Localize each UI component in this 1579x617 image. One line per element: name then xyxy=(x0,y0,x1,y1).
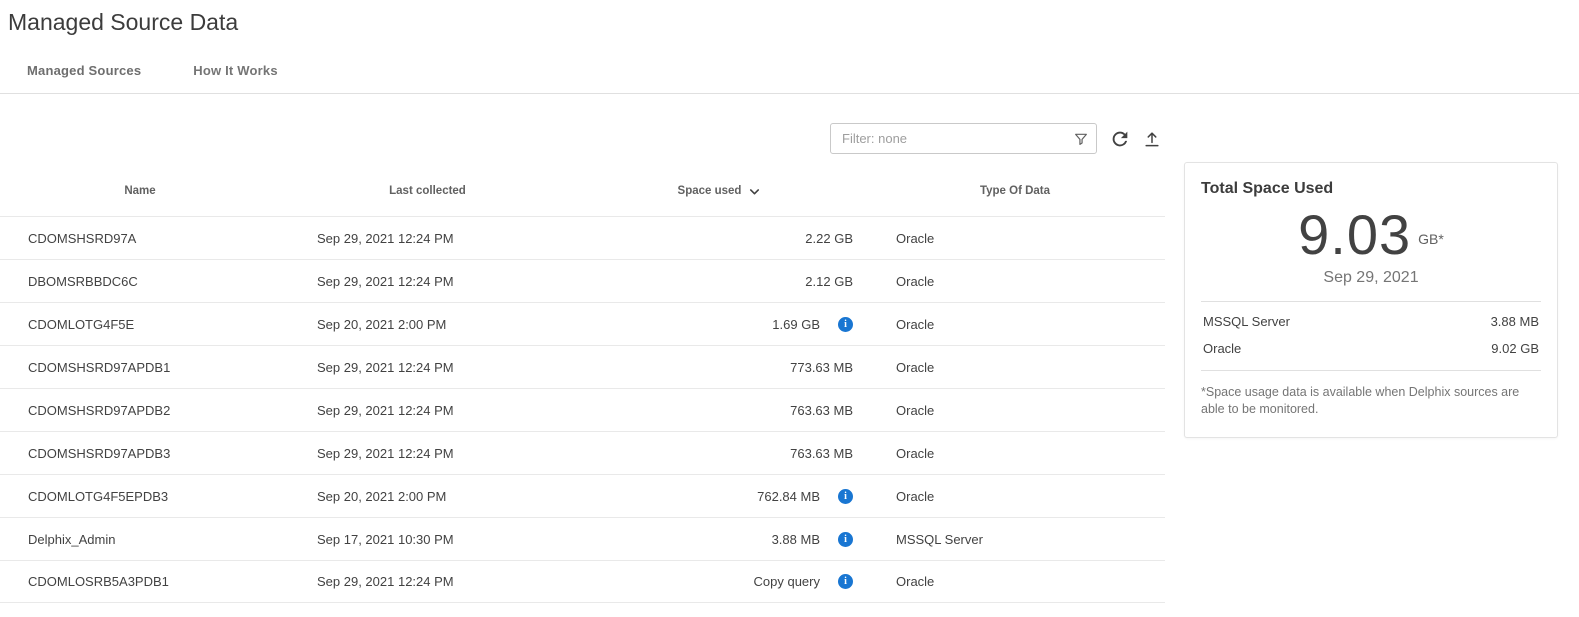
managed-sources-table: Name Last collected Space used Type Of D… xyxy=(0,166,1165,603)
row-space-used-value: 762.84 MB xyxy=(757,489,820,504)
row-space-used: 773.63 MB xyxy=(575,360,865,375)
column-header-last-collected-label: Last collected xyxy=(389,185,466,197)
row-type: MSSQL Server xyxy=(865,532,1165,547)
table-header: Name Last collected Space used Type Of D… xyxy=(0,166,1165,216)
funnel-icon[interactable] xyxy=(1066,124,1096,153)
summary-footnote: *Space usage data is available when Delp… xyxy=(1201,384,1541,417)
table-row[interactable]: CDOMSHSRD97APDB3 Sep 29, 2021 12:24 PM 7… xyxy=(0,431,1165,474)
info-icon[interactable]: i xyxy=(838,574,853,589)
row-space-used: 762.84 MB i xyxy=(575,489,865,504)
info-icon[interactable]: i xyxy=(838,532,853,547)
table-row[interactable]: CDOMLOTG4F5E Sep 20, 2021 2:00 PM 1.69 G… xyxy=(0,302,1165,345)
row-type: Oracle xyxy=(865,446,1165,461)
summary-divider-bottom xyxy=(1201,370,1541,371)
filter-input[interactable] xyxy=(831,124,1066,153)
table-row[interactable]: Delphix_Admin Sep 17, 2021 10:30 PM 3.88… xyxy=(0,517,1165,560)
table-row[interactable]: CDOMSHSRD97APDB1 Sep 29, 2021 12:24 PM 7… xyxy=(0,345,1165,388)
summary-title: Total Space Used xyxy=(1201,180,1541,198)
row-type: Oracle xyxy=(865,274,1165,289)
table-row[interactable]: CDOMLOTG4F5EPDB3 Sep 20, 2021 2:00 PM 76… xyxy=(0,474,1165,517)
row-name: CDOMSHSRD97A xyxy=(0,231,280,246)
row-name: CDOMSHSRD97APDB1 xyxy=(0,360,280,375)
refresh-icon[interactable] xyxy=(1107,126,1133,152)
column-header-name-label: Name xyxy=(124,185,155,197)
summary-big-value: 9.03 GB* xyxy=(1201,202,1541,267)
toolbar xyxy=(0,94,1579,166)
row-type: Oracle xyxy=(865,360,1165,375)
row-space-used-value: Copy query xyxy=(754,574,820,589)
info-icon[interactable]: i xyxy=(838,489,853,504)
breakdown-label: Oracle xyxy=(1203,341,1241,356)
row-type: Oracle xyxy=(865,403,1165,418)
breakdown-label: MSSQL Server xyxy=(1203,314,1290,329)
row-space-used: 2.22 GB xyxy=(575,231,865,246)
export-icon[interactable] xyxy=(1139,126,1165,152)
table-row[interactable]: CDOMLOSRB5A3PDB1 Sep 29, 2021 12:24 PM C… xyxy=(0,560,1165,603)
sort-chevron-down-icon xyxy=(747,184,762,199)
row-last-collected: Sep 29, 2021 12:24 PM xyxy=(280,403,575,418)
row-type: Oracle xyxy=(865,489,1165,504)
row-name: CDOMSHSRD97APDB2 xyxy=(0,403,280,418)
row-last-collected: Sep 29, 2021 12:24 PM xyxy=(280,446,575,461)
row-name: CDOMLOSRB5A3PDB1 xyxy=(0,574,280,589)
row-type: Oracle xyxy=(865,231,1165,246)
row-space-used: 763.63 MB xyxy=(575,446,865,461)
column-header-space-used[interactable]: Space used xyxy=(575,184,865,199)
row-last-collected: Sep 17, 2021 10:30 PM xyxy=(280,532,575,547)
summary-date: Sep 29, 2021 xyxy=(1201,269,1541,287)
row-type: Oracle xyxy=(865,574,1165,589)
row-name: CDOMSHSRD97APDB3 xyxy=(0,446,280,461)
row-space-used-value: 2.22 GB xyxy=(805,231,853,246)
table-row[interactable]: CDOMSHSRD97APDB2 Sep 29, 2021 12:24 PM 7… xyxy=(0,388,1165,431)
row-last-collected: Sep 20, 2021 2:00 PM xyxy=(280,489,575,504)
tab-managed-sources[interactable]: Managed Sources xyxy=(27,63,141,93)
row-space-used-value: 2.12 GB xyxy=(805,274,853,289)
row-last-collected: Sep 29, 2021 12:24 PM xyxy=(280,574,575,589)
row-space-used-value: 3.88 MB xyxy=(772,532,820,547)
column-header-type[interactable]: Type Of Data xyxy=(865,185,1165,197)
filter-box xyxy=(830,123,1097,154)
row-name: CDOMLOTG4F5EPDB3 xyxy=(0,489,280,504)
table-row[interactable]: CDOMSHSRD97A Sep 29, 2021 12:24 PM 2.22 … xyxy=(0,216,1165,259)
summary-unit: GB* xyxy=(1418,231,1444,247)
row-space-used: 2.12 GB xyxy=(575,274,865,289)
row-last-collected: Sep 29, 2021 12:24 PM xyxy=(280,274,575,289)
info-icon[interactable]: i xyxy=(838,317,853,332)
row-space-used: 763.63 MB xyxy=(575,403,865,418)
breakdown-row: MSSQL Server 3.88 MB xyxy=(1201,308,1541,335)
breakdown-value: 9.02 GB xyxy=(1491,341,1539,356)
row-space-used: 3.88 MB i xyxy=(575,532,865,547)
row-name: CDOMLOTG4F5E xyxy=(0,317,280,332)
breakdown-value: 3.88 MB xyxy=(1491,314,1539,329)
row-space-used-value: 763.63 MB xyxy=(790,446,853,461)
tab-how-it-works[interactable]: How It Works xyxy=(193,63,278,93)
row-space-used-value: 773.63 MB xyxy=(790,360,853,375)
table-body: CDOMSHSRD97A Sep 29, 2021 12:24 PM 2.22 … xyxy=(0,216,1165,603)
row-name: DBOMSRBBDC6C xyxy=(0,274,280,289)
column-header-space-used-label: Space used xyxy=(678,185,742,197)
row-last-collected: Sep 20, 2021 2:00 PM xyxy=(280,317,575,332)
tab-bar: Managed Sources How It Works xyxy=(0,63,1579,94)
row-last-collected: Sep 29, 2021 12:24 PM xyxy=(280,231,575,246)
summary-value: 9.03 xyxy=(1298,203,1411,266)
column-header-last-collected[interactable]: Last collected xyxy=(280,185,575,197)
column-header-type-label: Type Of Data xyxy=(980,185,1050,197)
row-last-collected: Sep 29, 2021 12:24 PM xyxy=(280,360,575,375)
table-row[interactable]: DBOMSRBBDC6C Sep 29, 2021 12:24 PM 2.12 … xyxy=(0,259,1165,302)
breakdown-row: Oracle 9.02 GB xyxy=(1201,335,1541,362)
row-name: Delphix_Admin xyxy=(0,532,280,547)
row-space-used: 1.69 GB i xyxy=(575,317,865,332)
column-header-name[interactable]: Name xyxy=(0,185,280,197)
page-title: Managed Source Data xyxy=(0,0,1579,36)
row-space-used-value: 1.69 GB xyxy=(772,317,820,332)
row-space-used: Copy query i xyxy=(575,574,865,589)
total-space-used-card: Total Space Used 9.03 GB* Sep 29, 2021 MS… xyxy=(1184,162,1558,438)
space-breakdown: MSSQL Server 3.88 MB Oracle 9.02 GB xyxy=(1201,302,1541,370)
row-type: Oracle xyxy=(865,317,1165,332)
row-space-used-value: 763.63 MB xyxy=(790,403,853,418)
